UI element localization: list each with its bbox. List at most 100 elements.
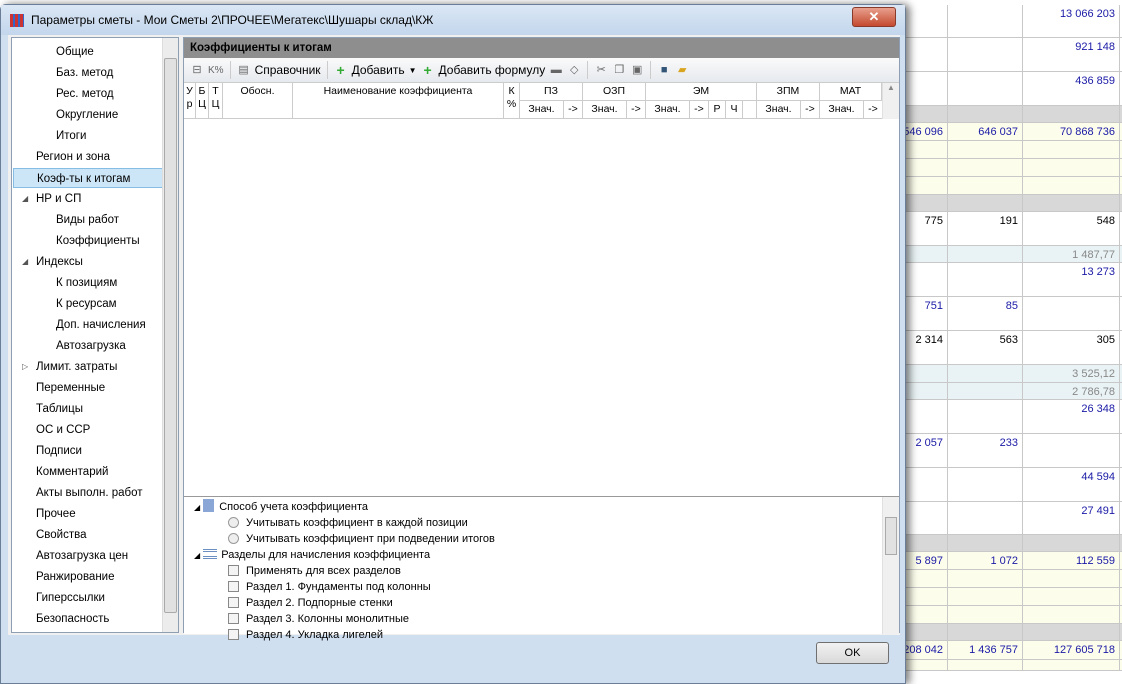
options-scrollbar[interactable] [882,497,899,634]
column-header[interactable]: -> [564,101,583,119]
column-header[interactable]: Обосн. [223,83,293,119]
column-group-header[interactable]: ЗПМ [757,83,820,101]
sidebar-scrollbar[interactable] [162,38,178,632]
column-header[interactable]: Т Ц [209,83,223,119]
sheet-cell: 2 786,78 [1023,383,1120,399]
sidebar-item-label: Коэффициенты [56,235,140,247]
sidebar-item[interactable]: ◢ Индексы [13,252,163,272]
sidebar-item[interactable]: Гиперссылки [13,588,163,608]
estimate-parameters-dialog: Параметры сметы - Мои Сметы 2\ПРОЧЕЕ\Мег… [0,4,906,684]
sidebar-item[interactable]: Автозагрузка цен [13,546,163,566]
column-group-header[interactable]: ОЗП [583,83,646,101]
column-header[interactable]: Знач. [820,101,864,119]
checkbox[interactable] [228,597,239,608]
method-node[interactable]: ◢ Способ учета коэффициента [194,499,368,515]
column-header[interactable]: Б Ц [196,83,209,119]
save-icon[interactable]: ■ [657,63,671,77]
sidebar-item[interactable]: Регион и зона [13,147,163,167]
open-folder-icon[interactable]: ▰ [675,63,689,77]
sidebar-item-label: Автозагрузка цен [36,550,129,562]
dropdown-arrow-icon[interactable]: ▼ [409,66,417,75]
sidebar-item[interactable]: Итоги [13,126,163,146]
sidebar-item[interactable]: Безопасность [13,609,163,629]
sidebar-item[interactable]: Подписи [13,441,163,461]
sidebar-item[interactable]: Автозагрузка [13,336,163,356]
sidebar-item[interactable]: ▷ Лимит. затраты [13,357,163,377]
column-header[interactable]: Знач. [520,101,564,119]
method-option-at-totals[interactable]: Учитывать коэффициент при подведении ито… [228,531,495,547]
sidebar-item[interactable]: Прочее [13,504,163,524]
ok-button[interactable]: OK [816,642,889,664]
sidebar-item[interactable]: Виды работ [13,210,163,230]
section-checkbox[interactable]: Применять для всех разделов [228,563,401,579]
column-group-header[interactable]: ЭМ [646,83,757,101]
sidebar-item[interactable]: Баз. метод [13,63,163,83]
sidebar-item[interactable]: Комментарий [13,462,163,482]
column-group-header[interactable]: ПЗ [520,83,583,101]
sidebar-item[interactable]: ◢ НР и СП [13,189,163,209]
column-header[interactable]: Знач. [757,101,801,119]
column-header[interactable]: -> [864,101,883,119]
column-header[interactable]: Знач. [583,101,627,119]
scrollbar-thumb[interactable] [164,58,177,613]
column-header[interactable]: К % [504,83,520,119]
sidebar-item[interactable]: Рес. метод [13,84,163,104]
column-header[interactable] [743,101,757,119]
section-checkbox[interactable]: Раздел 2. Подпорные стенки [228,595,393,611]
sidebar-item-label: Безопасность [36,613,110,625]
k-percent-button[interactable]: K% [208,65,224,76]
sidebar-item-label: К позициям [56,277,118,289]
filter-icon[interactable]: ⊟ [190,63,204,77]
sidebar-item[interactable]: Переменные [13,378,163,398]
add-formula-button[interactable]: Добавить формулу [439,63,546,77]
checkbox[interactable] [228,629,239,640]
sidebar-item[interactable]: Общие [13,42,163,62]
checkbox[interactable] [228,613,239,624]
section-checkbox[interactable]: Раздел 3. Колонны монолитные [228,611,409,627]
expand-arrow-icon[interactable]: ▷ [22,357,28,377]
checkbox[interactable] [228,565,239,576]
column-header[interactable]: Знач. [646,101,690,119]
sheet-cell [948,588,1023,605]
sidebar-item[interactable]: К позициям [13,273,163,293]
close-button[interactable]: ✕ [852,7,896,27]
sidebar-item-label: Доп. начисления [56,319,146,331]
sidebar-item-label: Акты выполн. работ [36,487,143,499]
reference-button[interactable]: Справочник [255,63,321,77]
paste-icon[interactable]: ▣ [630,63,644,77]
column-header[interactable]: -> [627,101,646,119]
sections-node[interactable]: ◢ Разделы для начисления коэффициента [194,547,430,563]
sidebar-item[interactable]: Свойства [13,525,163,545]
column-header[interactable]: -> [801,101,820,119]
section-checkbox[interactable]: Раздел 1. Фундаменты под колонны [228,579,431,595]
column-header[interactable]: -> [690,101,709,119]
column-header[interactable]: Наименование коэффициента [293,83,504,119]
sidebar-item[interactable]: Таблицы [13,399,163,419]
column-header[interactable]: Р [709,101,726,119]
eraser-icon[interactable]: ◇ [567,63,581,77]
section-checkbox[interactable]: Раздел 4. Укладка лигелей [228,627,383,643]
sidebar-item[interactable]: Ранжирование [13,567,163,587]
collapse-arrow-icon[interactable]: ◢ [22,252,28,272]
sidebar-item[interactable]: ОС и ССР [13,420,163,440]
remove-icon[interactable]: ▬ [549,63,563,77]
column-group-header[interactable]: МАТ [820,83,882,101]
checkbox[interactable] [228,581,239,592]
sidebar-item[interactable]: Коэф-ты к итогам [13,168,163,188]
column-header[interactable]: У р [184,83,196,119]
sheet-cell: 1 072 [948,552,1023,569]
table-scroll-up[interactable]: ▲ [882,83,899,119]
sidebar-item[interactable]: К ресурсам [13,294,163,314]
scrollbar-thumb[interactable] [885,517,897,555]
sheet-cell [1023,535,1120,551]
sidebar-item[interactable]: Коэффициенты [13,231,163,251]
cut-icon[interactable]: ✂ [594,63,608,77]
add-button[interactable]: Добавить [352,63,405,77]
sidebar-item[interactable]: Округление [13,105,163,125]
sidebar-item[interactable]: Акты выполн. работ [13,483,163,503]
copy-icon[interactable]: ❐ [612,63,626,77]
column-header[interactable]: Ч [726,101,743,119]
collapse-arrow-icon[interactable]: ◢ [22,189,28,209]
sidebar-item[interactable]: Доп. начисления [13,315,163,335]
method-option-each-position[interactable]: Учитывать коэффициент в каждой позиции [228,515,468,531]
